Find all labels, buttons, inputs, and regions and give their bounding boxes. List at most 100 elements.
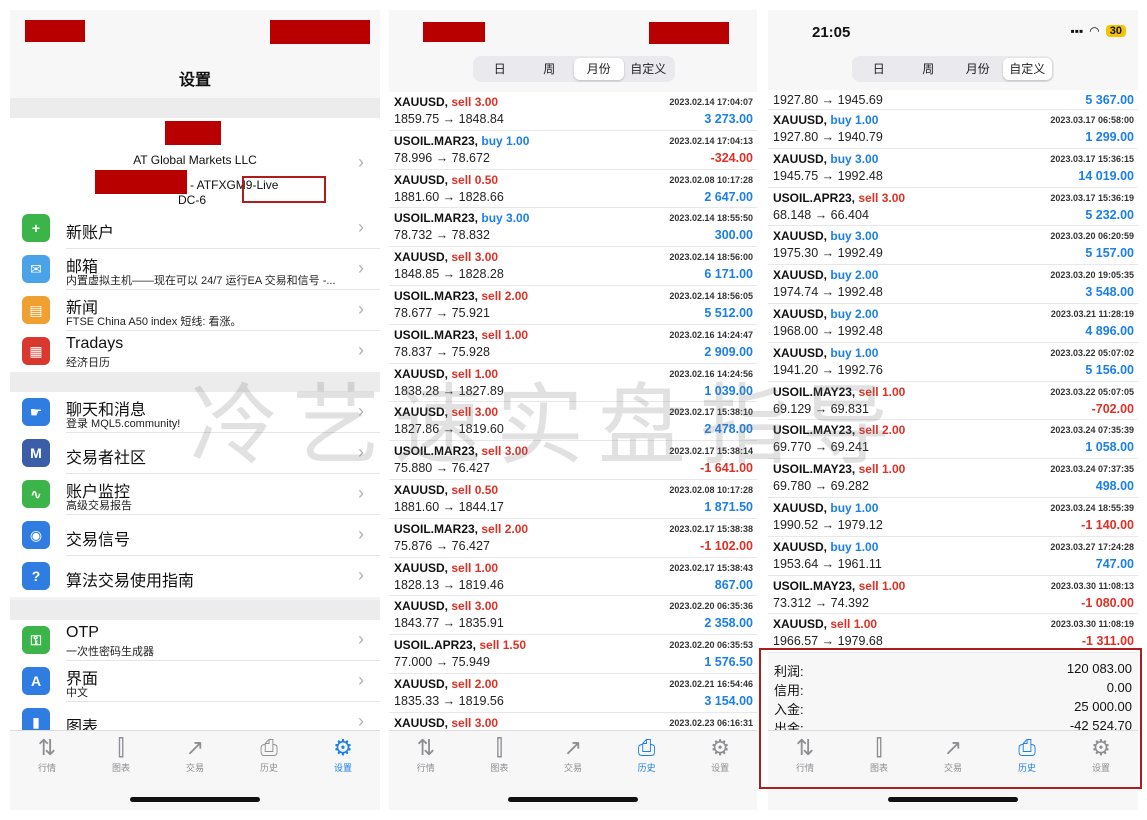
trade-time: 2023.03.17 06:58:00 — [1050, 115, 1134, 125]
trade-row[interactable]: XAUUSD, sell 0.50 2023.02.08 10:17:28 1881… — [389, 170, 757, 209]
tab-candles[interactable]: ⫿ 图表 — [469, 735, 529, 774]
trade-profit: 747.00 — [1095, 556, 1134, 571]
tab-bar: ⇅ 行情 ⫿ 图表 ↗ 交易 ⎙ 历史 ⚙ 设置 — [10, 730, 380, 810]
segment-option[interactable]: 自定义 — [1002, 58, 1052, 80]
trade-icon: ↗ — [185, 735, 205, 760]
trade-row[interactable]: USOIL.MAR23, sell 3.00 2023.02.17 15:38:1… — [389, 441, 757, 480]
tab-label: 行情 — [416, 763, 435, 773]
trade-direction: buy 1.00 — [830, 539, 879, 554]
menu-item[interactable]: ▦ Tradays 经济日历 › — [22, 331, 380, 372]
trade-symbol: XAUUSD, buy 2.00 — [773, 307, 878, 321]
trade-price: 1843.77 → 1835.91 — [394, 616, 504, 631]
trade-row[interactable]: XAUUSD, buy 1.00 2023.03.24 18:55:39 1990.… — [768, 498, 1138, 537]
menu-item[interactable]: ∿ 账户监控 高级交易报告 › — [22, 474, 380, 515]
tab-candles[interactable]: ⫿ 图表 — [91, 735, 151, 774]
tab-gear[interactable]: ⚙ 设置 — [313, 735, 373, 774]
trade-row[interactable]: XAUUSD, sell 3.00 2023.02.17 15:38:10 1827… — [389, 402, 757, 442]
trade-row[interactable]: XAUUSD, sell 0.50 2023.02.08 10:17:28 1881… — [389, 480, 757, 519]
segment-option[interactable]: 周 — [904, 58, 954, 80]
trade-symbol: USOIL.MAY23, sell 1.00 — [773, 462, 905, 476]
trade-row[interactable]: USOIL.MAY23, sell 1.00 2023.03.22 05:07:0… — [768, 382, 1138, 421]
trade-row[interactable]: XAUUSD, sell 3.00 2023.02.14 17:04:07 1859… — [389, 92, 757, 131]
trade-direction: buy 1.00 — [830, 345, 879, 360]
trade-row[interactable]: USOIL.MAR23, sell 2.00 2023.02.14 18:56:0… — [389, 286, 757, 325]
trade-profit: -324.00 — [710, 150, 753, 165]
trade-time: 2023.03.17 15:36:19 — [1050, 192, 1134, 203]
trade-symbol: XAUUSD, sell 1.00 — [394, 561, 498, 575]
segment-option[interactable]: 月份 — [953, 58, 1003, 80]
trade-price: 1859.75 → 1848.84 — [394, 112, 504, 126]
trade-row[interactable]: USOIL.MAR23, buy 1.00 2023.02.14 17:04:13… — [389, 131, 757, 170]
trade-price: 1927.80 → 1940.79 — [773, 130, 883, 144]
trade-row[interactable]: USOIL.MAR23, sell 2.00 2023.02.17 15:38:3… — [389, 519, 757, 558]
trade-row[interactable]: USOIL.MAY23, sell 2.00 2023.03.24 07:35:3… — [768, 420, 1138, 460]
trade-row[interactable]: USOIL.MAR23, buy 3.00 2023.02.14 18:55:50… — [389, 208, 757, 248]
chat-icon: ☛ — [22, 398, 50, 426]
menu-item[interactable]: ⚿ OTP 一次性密码生成器 › — [22, 620, 380, 661]
trade-row[interactable]: XAUUSD, sell 2.00 2023.02.21 16:54:46 1835… — [389, 674, 757, 713]
trade-direction: sell 3.00 — [451, 250, 499, 265]
trade-row[interactable]: USOIL.MAY23, sell 1.00 2023.03.24 07:37:3… — [768, 459, 1138, 498]
trade-row[interactable]: XAUUSD, sell 3.00 2023.02.14 18:56:00 1848… — [389, 247, 757, 286]
menu-item[interactable]: ? 算法交易使用指南 › — [22, 556, 380, 597]
tab-trade[interactable]: ↗ 交易 — [165, 735, 225, 774]
trade-row[interactable]: XAUUSD, buy 1.00 2023.03.27 17:24:28 1953.… — [768, 537, 1138, 576]
tab-trade[interactable]: ↗ 交易 — [543, 735, 603, 774]
segment-option[interactable]: 日 — [854, 58, 904, 80]
segment-option[interactable]: 自定义 — [624, 58, 674, 80]
redacted-block — [270, 20, 370, 44]
trade-row[interactable]: USOIL.MAR23, sell 1.00 2023.02.16 14:24:4… — [389, 325, 757, 364]
menu-item[interactable]: + 新账户 › — [22, 208, 380, 249]
gear-icon: ⚙ — [333, 735, 353, 760]
trade-time: 2023.02.21 16:54:46 — [669, 678, 753, 689]
trade-price: 1838.28 → 1827.89 — [394, 383, 504, 398]
trade-row[interactable]: XAUUSD, buy 2.00 2023.03.21 11:28:19 1968.… — [768, 304, 1138, 343]
trade-row[interactable]: XAUUSD, buy 1.00 2023.03.22 05:07:02 1941.… — [768, 343, 1138, 382]
trade-direction: sell 0.50 — [451, 482, 499, 497]
trade-symbol: XAUUSD, sell 3.00 — [394, 716, 498, 730]
history-icon: ⎙ — [637, 735, 656, 760]
trade-instrument: USOIL.APR23, — [773, 190, 856, 205]
segment-option[interactable]: 日 — [475, 58, 525, 80]
trade-profit: 5 512.00 — [704, 305, 753, 320]
trade-row[interactable]: XAUUSD, sell 1.00 2023.02.17 15:38:43 1828… — [389, 558, 757, 597]
section-divider — [10, 98, 380, 118]
menu-item[interactable]: M 交易者社区 › — [22, 433, 380, 474]
menu-item[interactable]: ▤ 新闻 FTSE China A50 index 短线: 看涨。 › — [22, 290, 380, 331]
trade-row[interactable]: XAUUSD, sell 3.00 2023.02.20 06:35:36 1843… — [389, 596, 757, 636]
segment-option[interactable]: 周 — [525, 58, 575, 80]
trade-direction: sell 1.00 — [858, 578, 906, 593]
tab-history[interactable]: ⎙ 历史 — [239, 735, 299, 774]
tab-quotes[interactable]: ⇅ 行情 — [17, 735, 77, 774]
trade-row[interactable]: XAUUSD, buy 3.00 2023.03.17 15:36:15 1945.… — [768, 149, 1138, 188]
trade-direction: buy 2.00 — [830, 306, 879, 321]
trade-row[interactable]: USOIL.MAY23, sell 1.00 2023.03.30 11:08:1… — [768, 576, 1138, 615]
trade-symbol: XAUUSD, sell 3.00 — [394, 405, 498, 419]
segment-option[interactable]: 月份 — [574, 58, 624, 80]
trade-row[interactable]: USOIL.APR23, sell 1.50 2023.02.20 06:35:5… — [389, 635, 757, 674]
tab-history[interactable]: ⎙ 历史 — [617, 735, 677, 774]
trade-profit: 1 299.00 — [1085, 130, 1134, 144]
home-indicator — [130, 797, 260, 802]
trade-symbol: USOIL.APR23, sell 1.50 — [394, 638, 526, 652]
monitor-icon: ∿ — [22, 480, 50, 508]
trade-row[interactable]: XAUUSD, sell 1.00 2023.02.16 14:24:56 1838… — [389, 364, 757, 403]
trade-row[interactable]: XAUUSD, buy 1.00 2023.03.17 06:58:00 1927.… — [768, 110, 1138, 149]
account-card[interactable]: AT Global Markets LLC - ATFXGM9-Live DC-… — [10, 118, 380, 208]
menu-item[interactable]: ◉ 交易信号 › — [22, 515, 380, 556]
trade-row[interactable]: XAUUSD, buy 2.00 2023.03.20 19:05:35 1974.… — [768, 265, 1138, 304]
tab-quotes[interactable]: ⇅ 行情 — [396, 735, 456, 774]
menu-item[interactable]: A 界面 中文 › — [22, 661, 380, 702]
trade-direction: buy 2.00 — [830, 268, 879, 283]
tab-gear[interactable]: ⚙ 设置 — [690, 735, 750, 774]
menu-item[interactable]: ☛ 聊天和消息 登录 MQL5.community! › — [22, 392, 380, 433]
trade-row[interactable]: XAUUSD, buy 3.00 2023.03.20 06:20:59 1975.… — [768, 226, 1138, 266]
trade-symbol: XAUUSD, sell 1.00 — [394, 367, 498, 381]
menu-item[interactable]: ✉ 邮箱 内置虚拟主机——现在可以 24/7 运行EA 交易和信号 -... › — [22, 249, 380, 290]
trade-price: 78.732 → 78.832 — [394, 228, 490, 243]
trade-profit: 4 896.00 — [1085, 323, 1134, 338]
trade-row[interactable]: 1927.80 → 1945.69 5 367.00 — [768, 90, 1138, 110]
trade-symbol: XAUUSD, buy 1.00 — [773, 540, 878, 554]
trade-symbol: USOIL.MAR23, sell 3.00 — [394, 444, 528, 458]
trade-row[interactable]: USOIL.APR23, sell 3.00 2023.03.17 15:36:1… — [768, 188, 1138, 227]
